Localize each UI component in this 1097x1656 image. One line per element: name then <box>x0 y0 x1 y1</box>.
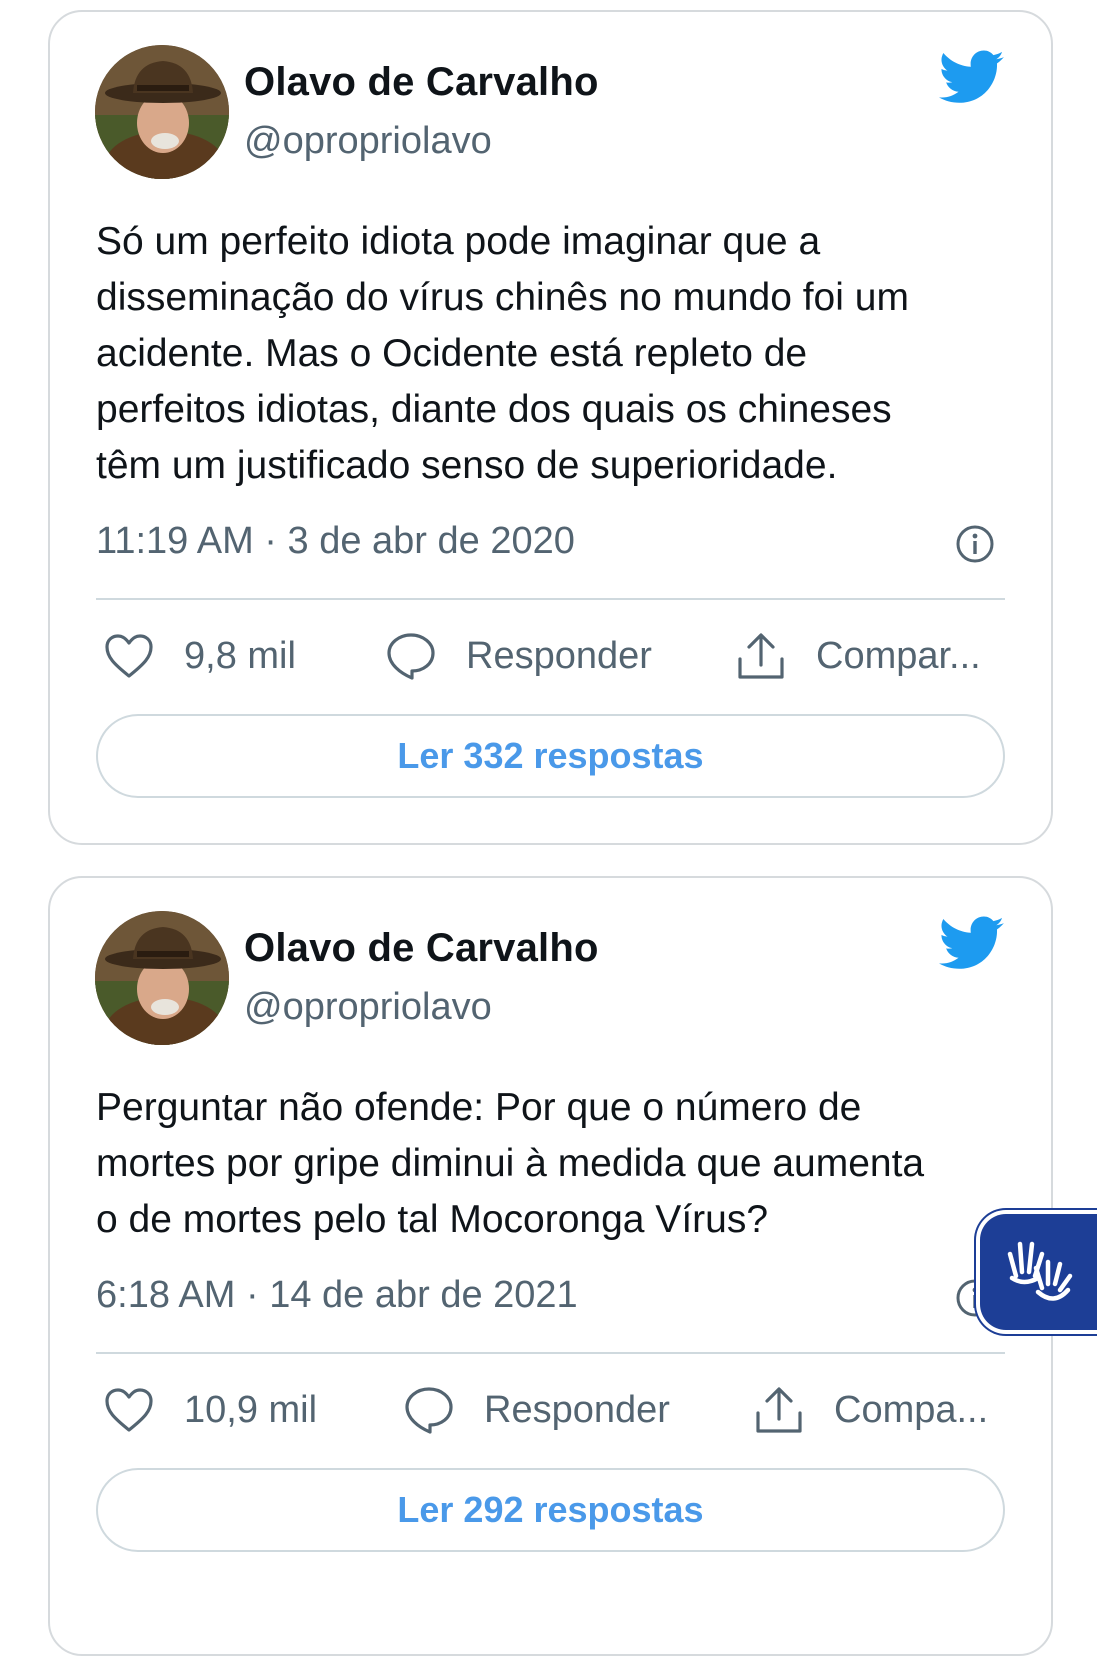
share-label: Compa... <box>834 1388 989 1431</box>
share-icon <box>756 1387 802 1433</box>
reply-label: Responder <box>484 1388 670 1431</box>
share-label: Compar... <box>816 634 981 677</box>
avatar[interactable] <box>95 45 229 179</box>
reply-button[interactable]: Responder <box>386 626 652 686</box>
heart-icon <box>105 634 153 678</box>
share-icon <box>738 633 784 679</box>
twitter-bird-icon[interactable] <box>939 916 1005 972</box>
tweet-actions: 10,9 mil Responder Compa... <box>96 1380 1005 1440</box>
reply-bubble-icon <box>405 1387 453 1434</box>
tweet-timestamp[interactable]: 6:18 AM · 14 de abr de 2021 <box>96 1274 578 1317</box>
divider <box>96 598 1005 600</box>
author-handle[interactable]: @opropriolavo <box>244 120 492 163</box>
tweet-text: Perguntar não ofende: Por que o número d… <box>96 1086 925 1241</box>
like-button[interactable]: 10,9 mil <box>104 1380 317 1440</box>
like-button[interactable]: 9,8 mil <box>104 626 296 686</box>
share-button[interactable]: Compa... <box>754 1380 988 1440</box>
author-handle[interactable]: @opropriolavo <box>244 986 492 1029</box>
like-count: 9,8 mil <box>184 634 296 677</box>
reply-bubble-icon <box>387 633 435 680</box>
avatar[interactable] <box>95 911 229 1045</box>
twitter-bird-icon[interactable] <box>939 50 1005 106</box>
share-button[interactable]: Compar... <box>736 626 981 686</box>
sign-language-hands-icon <box>1007 1241 1073 1301</box>
like-count: 10,9 mil <box>184 1388 318 1431</box>
reply-label: Responder <box>466 634 652 677</box>
divider <box>96 1352 1005 1354</box>
read-replies-button[interactable]: Ler 332 respostas <box>96 714 1005 798</box>
tweet-text: Só um perfeito idiota pode imaginar que … <box>96 220 909 487</box>
read-replies-button[interactable]: Ler 292 respostas <box>96 1468 1005 1552</box>
reply-button[interactable]: Responder <box>404 1380 670 1440</box>
author-name[interactable]: Olavo de Carvalho <box>244 926 599 971</box>
tweet-timestamp[interactable]: 11:19 AM · 3 de abr de 2020 <box>96 520 575 563</box>
tweet-actions: 9,8 mil Responder Compar... <box>96 626 1005 686</box>
tweet-card[interactable]: Olavo de Carvalho @opropriolavo Pergunta… <box>48 876 1053 1656</box>
tweet-card[interactable]: Olavo de Carvalho @opropriolavo Só um pe… <box>48 10 1053 845</box>
info-icon[interactable] <box>955 524 995 564</box>
author-name[interactable]: Olavo de Carvalho <box>244 60 599 105</box>
heart-icon <box>105 1388 153 1432</box>
accessibility-widget[interactable] <box>980 1214 1097 1330</box>
